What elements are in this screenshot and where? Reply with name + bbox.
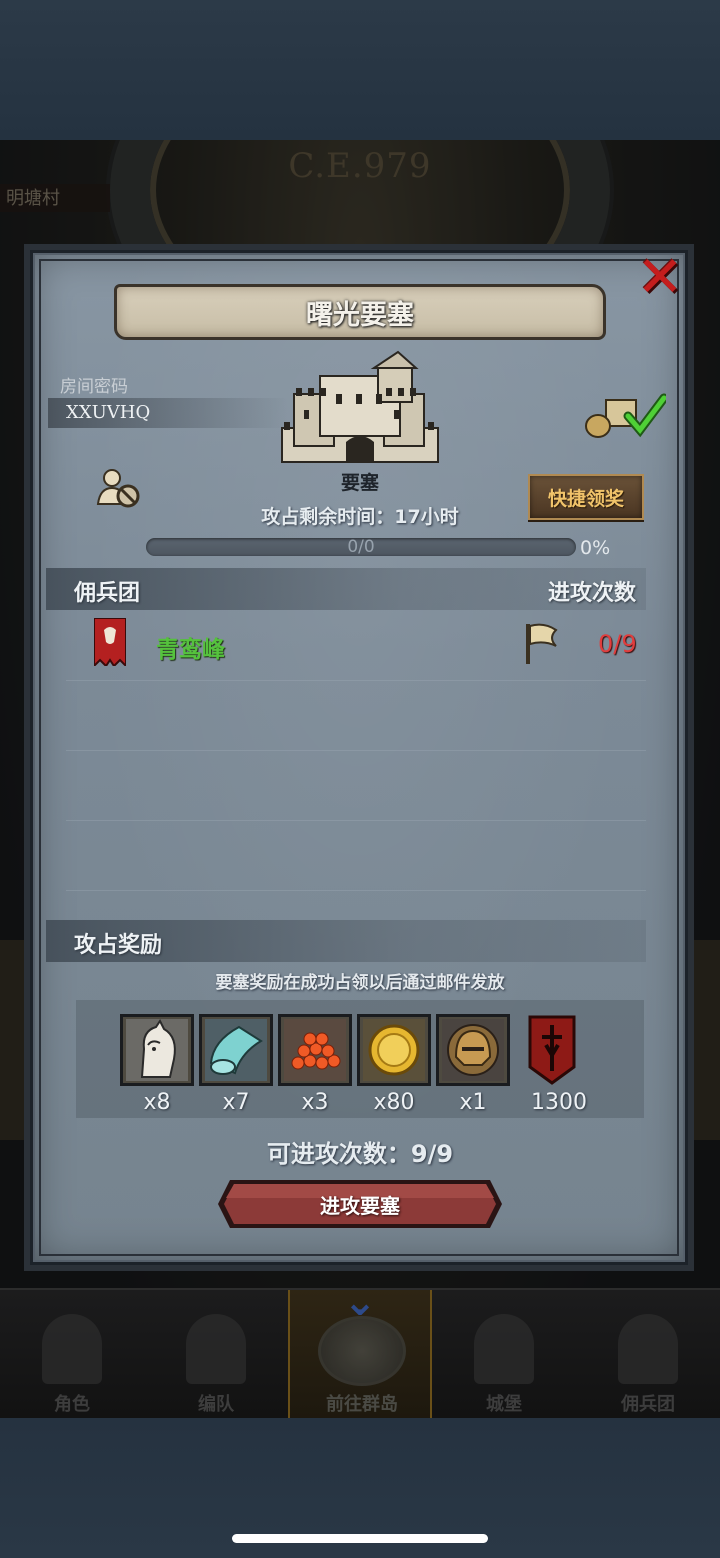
row-divider — [66, 680, 646, 681]
reward-qty: x3 — [301, 1090, 329, 1115]
attack-fortress-button[interactable]: 进攻要塞 — [216, 1178, 504, 1230]
mercenary-section-title: 佣兵团 — [74, 581, 141, 606]
nav-label: 前往群岛 — [326, 1394, 398, 1415]
mercenary-row[interactable]: 青鸾峰 0/9 — [80, 616, 650, 676]
horse-icon — [126, 1019, 188, 1081]
close-icon: ✕ — [636, 245, 684, 310]
attacks-left-text: 可进攻次数：9/9 — [266, 1140, 454, 1168]
nav-label: 角色 — [54, 1394, 90, 1415]
attack-button-label: 进攻要塞 — [320, 1193, 400, 1218]
nav-label: 编队 — [198, 1394, 234, 1415]
nav-label: 佣兵团 — [621, 1394, 675, 1415]
reward-item-gold[interactable] — [357, 1014, 431, 1086]
guild-name: 青鸾峰 — [156, 637, 225, 663]
helmet-icon — [442, 1019, 504, 1081]
flag-icon — [526, 623, 558, 664]
map-icon — [318, 1316, 406, 1386]
guild-banner-icon — [528, 1015, 576, 1085]
reward-section-title: 攻占奖励 — [74, 933, 163, 958]
reward-qty: 1300 — [531, 1090, 587, 1115]
progress-text: 0/0 — [347, 537, 375, 557]
row-divider — [66, 750, 646, 751]
reward-item-guild-points[interactable] — [515, 1014, 589, 1086]
room-password-label: 房间密码 — [60, 377, 128, 397]
row-divider — [66, 890, 646, 891]
knight-icon — [42, 1314, 102, 1384]
close-button[interactable]: ✕ — [632, 250, 688, 306]
nav-label: 城堡 — [486, 1394, 522, 1415]
claimed-rewards-icon[interactable] — [584, 392, 666, 440]
armor-icon — [186, 1314, 246, 1384]
reward-item-gems[interactable] — [278, 1014, 352, 1086]
chevron-down-icon: ⌄ — [343, 1279, 377, 1325]
quick-claim-button[interactable]: 快捷领奖 — [528, 474, 644, 520]
reward-qty: x1 — [459, 1090, 487, 1115]
fortress-type-label: 要塞 — [340, 472, 379, 494]
reward-notice: 要塞奖励在成功占领以后通过邮件发放 — [215, 973, 505, 993]
guild-banner-icon — [94, 618, 126, 666]
gem-pile-icon — [284, 1019, 346, 1081]
reward-item-cloth[interactable] — [199, 1014, 273, 1086]
row-divider — [66, 820, 646, 821]
home-indicator[interactable] — [232, 1534, 488, 1543]
room-password-value[interactable]: XXUVHQ — [66, 402, 150, 423]
progress-percent: 0% — [580, 537, 611, 559]
castle-icon — [474, 1314, 534, 1384]
dialog-title: 曙光要塞 — [306, 299, 414, 331]
status-bar-area — [0, 0, 720, 140]
no-user-icon[interactable] — [96, 466, 144, 510]
reward-qty: x7 — [222, 1090, 250, 1115]
attack-count-header: 进攻次数 — [548, 581, 637, 606]
remaining-time-text: 攻占剩余时间：17小时 — [261, 506, 459, 528]
fortress-icon — [281, 350, 439, 463]
nav-item-castle[interactable]: 城堡 — [432, 1290, 576, 1420]
dialog-title-banner: 曙光要塞 — [114, 284, 606, 340]
gold-coin-icon — [363, 1019, 425, 1081]
attack-count: 0/9 — [598, 630, 637, 658]
ship-icon — [618, 1314, 678, 1384]
reward-item-helmet[interactable] — [436, 1014, 510, 1086]
cloth-icon — [205, 1019, 267, 1081]
reward-item-horse[interactable] — [120, 1014, 194, 1086]
nav-item-formation[interactable]: 编队 — [144, 1290, 288, 1420]
nav-item-character[interactable]: 角色 — [0, 1290, 144, 1420]
nav-item-mercenary[interactable]: 佣兵团 — [576, 1290, 720, 1420]
reward-qty: x80 — [373, 1090, 415, 1115]
reward-qty: x8 — [143, 1090, 171, 1115]
